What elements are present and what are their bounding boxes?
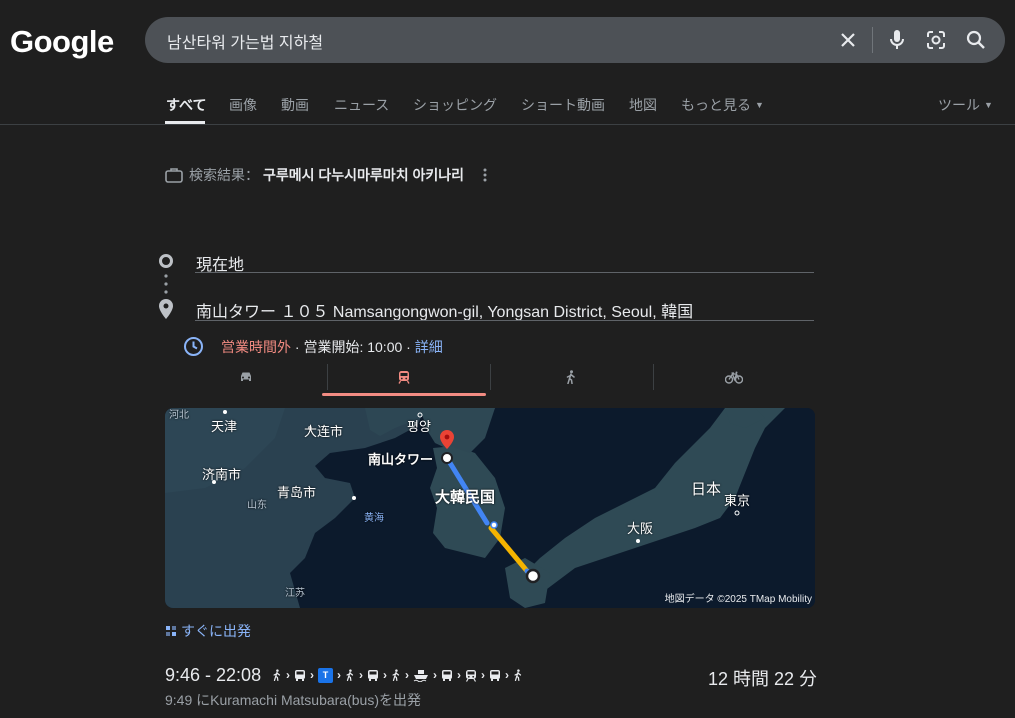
schedule-icon [165,625,177,637]
tab-all[interactable]: すべて [166,95,206,115]
step-arrow: › [310,668,314,682]
search-box[interactable]: 남산타워 가는법 지하철 [145,17,1005,63]
map-label-jinan: 济南市 [202,467,242,482]
hours-details-link[interactable]: 詳細 [415,337,443,357]
destination-underline [195,320,814,321]
ferry-icon [413,669,429,682]
train-icon [465,669,477,682]
bus-icon [367,669,379,682]
google-logo[interactable]: Google [10,24,114,60]
route-map[interactable]: 河北 天津 大连市 평양 南山タワー 济南市 山东 青岛市 大韓民国 黄海 江苏… [165,408,815,608]
tab-maps[interactable]: 地図 [629,95,657,115]
route-dots [164,273,168,300]
map-label-korea: 大韓民国 [435,489,496,506]
search-icon[interactable] [964,28,988,52]
mode-walking[interactable] [490,358,652,396]
trip-departure-info: 9:49 にKuramachi Matsubara(bus)を出発 [165,692,421,708]
result-place-name[interactable]: 구루메시 다누시마루마치 아키나리 [263,165,464,185]
hours-sep: · [291,338,304,355]
walk-icon [391,668,401,682]
caret-down-icon: ▼ [755,100,764,110]
search-result-header: 検索結果： 구루메시 다누시마루마치 아키나리 [165,165,464,185]
hours-open: 営業開始: 10:00 [303,338,403,355]
step-arrow: › [505,668,509,682]
step-arrow: › [481,668,485,682]
map-label-yellow-sea: 黄海 [364,513,384,524]
bus-icon [294,669,306,682]
map-label-dalian: 大连市 [304,424,344,439]
step-arrow: › [337,668,341,682]
walk-icon [272,668,282,682]
tools-button[interactable]: ツール ▼ [938,95,993,115]
tab-short-videos[interactable]: ショート動画 [521,95,605,115]
map-label-tianjin: 天津 [211,419,238,434]
map-label-namsan-tower: 南山タワー [368,452,434,467]
more-options-icon[interactable] [478,167,492,183]
map-label-hebei: 河北 [169,410,189,421]
travel-mode-tabs [165,358,815,398]
mode-cycling[interactable] [653,358,815,396]
tab-shopping[interactable]: ショッピング [413,95,497,115]
map-label-tokyo: 東京 [724,493,751,508]
walk-icon [513,668,523,682]
tab-more[interactable]: もっと見る ▼ [681,95,764,115]
map-label-jiangsu: 江苏 [285,588,305,599]
train-badge-label: T [318,667,333,683]
map-label-qingdao: 青岛市 [277,485,317,500]
leave-now-button[interactable]: すぐに出発 [165,621,251,641]
mic-icon[interactable] [885,28,909,52]
search-divider [872,27,873,53]
search-input[interactable]: 남산타워 가는법 지하철 [167,29,323,53]
tab-images[interactable]: 画像 [229,95,257,115]
active-mode-indicator [322,393,486,396]
walk-icon [345,668,355,682]
mode-transit[interactable] [323,358,485,396]
car-icon [239,371,253,383]
clear-icon[interactable] [836,28,860,52]
trip-time-range[interactable]: 9:46 - 22:08 [165,665,261,686]
train-icon [397,370,411,384]
clock-icon [183,336,204,357]
trip-duration: 12 時間 22 分 [708,669,818,689]
briefcase-icon [165,167,183,183]
tools-label: ツール [938,97,980,113]
bus-icon [489,669,501,682]
train-badge-icon: T [318,667,333,683]
map-label-osaka: 大阪 [627,521,654,536]
destination-pin-icon [158,298,174,325]
leave-now-label: すぐに出発 [181,623,251,639]
step-arrow: › [383,668,387,682]
lens-icon[interactable] [924,28,948,52]
origin-underline [195,272,814,273]
tab-news[interactable]: ニュース [334,95,389,115]
tab-videos[interactable]: 動画 [281,95,309,115]
tab-more-label: もっと見る [681,97,751,113]
step-arrow: › [286,668,290,682]
hours-sep: · [402,338,415,355]
mode-driving[interactable] [165,358,327,396]
result-prefix: 検索結果： [189,167,259,183]
map-label-shandong: 山东 [247,500,267,511]
step-arrow: › [359,668,363,682]
bicycle-icon [725,371,743,384]
step-arrow: › [405,668,409,682]
walk-icon [565,370,577,384]
search-tabs: すべて 画像 動画 ニュース ショッピング ショート動画 地図 もっと見る ▼ ツ… [0,90,1015,125]
hours-status: 営業時間外 [221,338,291,355]
step-arrow: › [457,668,461,682]
active-tab-indicator [165,121,205,124]
map-attribution: 地図データ ©2025 TMap Mobility [664,594,812,605]
opening-hours: 営業時間外 · 営業開始: 10:00 · 詳細 [183,336,443,357]
origin-icon [158,253,174,274]
destination-field[interactable]: 南山タワー １０５ Namsangongwon-gil, Yongsan Dis… [196,298,693,322]
step-arrow: › [433,668,437,682]
map-label-pyongyang: 평양 [407,419,431,434]
bus-icon [441,669,453,682]
caret-down-icon: ▼ [984,100,993,110]
map-label-japan: 日本 [691,481,722,498]
trip-steps: › › T › › › › › › › › [272,666,523,684]
